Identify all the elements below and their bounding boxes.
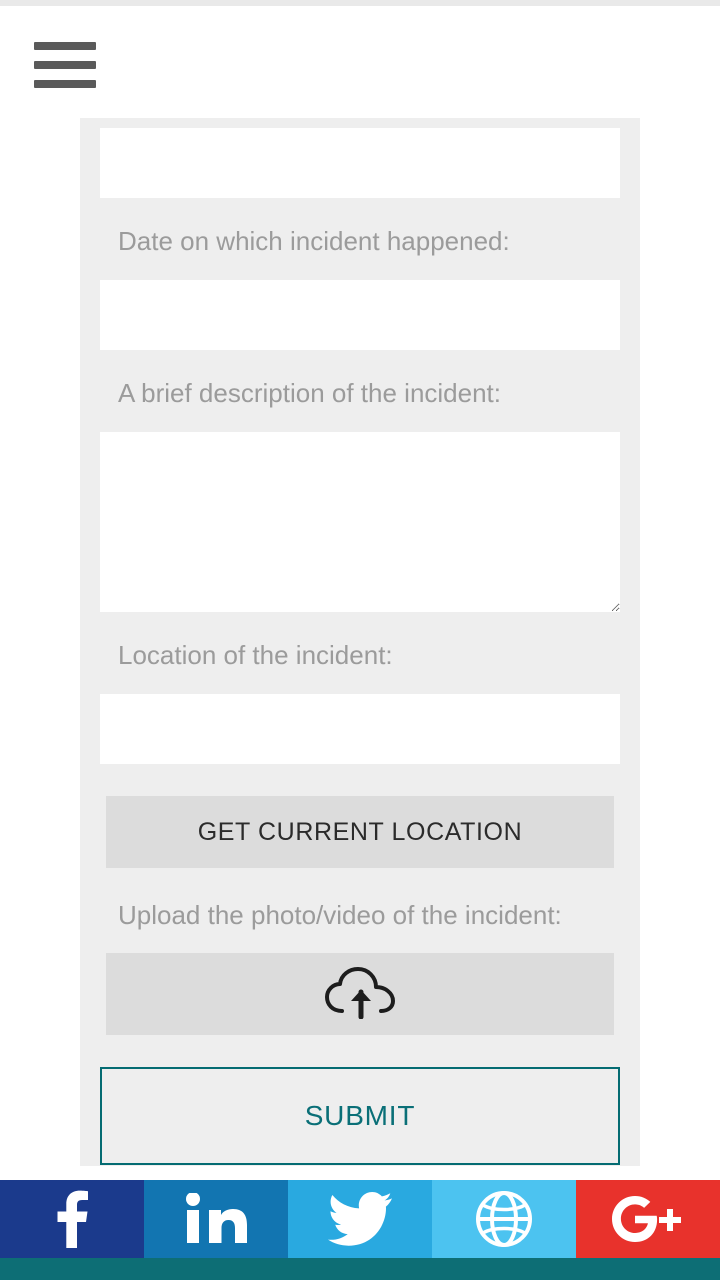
social-link-twitter[interactable] (288, 1180, 432, 1258)
incident-report-form: Date on which incident happened: A brief… (80, 118, 640, 1166)
social-link-website[interactable] (432, 1180, 576, 1258)
facebook-icon (54, 1190, 90, 1248)
social-links-bar (0, 1180, 720, 1258)
incident-location-input[interactable] (100, 694, 620, 764)
twitter-icon (328, 1192, 392, 1246)
google-plus-icon (611, 1195, 685, 1243)
upload-media-button[interactable] (106, 953, 614, 1035)
hamburger-bar (34, 80, 96, 88)
location-field-label: Location of the incident: (118, 640, 393, 670)
bottom-accent-bar (0, 1258, 720, 1280)
hamburger-menu-icon[interactable] (34, 42, 96, 88)
incident-title-input[interactable] (100, 128, 620, 198)
hamburger-bar (34, 42, 96, 50)
incident-description-textarea[interactable] (100, 432, 620, 612)
globe-icon (475, 1190, 533, 1248)
social-link-googleplus[interactable] (576, 1180, 720, 1258)
hamburger-bar (34, 61, 96, 69)
description-field-label: A brief description of the incident: (118, 378, 502, 408)
linkedin-icon (185, 1193, 247, 1245)
social-link-linkedin[interactable] (144, 1180, 288, 1258)
app-screen: Date on which incident happened: A brief… (0, 0, 720, 1280)
app-header (0, 6, 720, 118)
get-current-location-button[interactable]: GET CURRENT LOCATION (106, 796, 614, 868)
social-link-facebook[interactable] (0, 1180, 144, 1258)
upload-field-label: Upload the photo/video of the incident: (118, 900, 562, 930)
incident-date-input[interactable] (100, 280, 620, 350)
date-field-label: Date on which incident happened: (118, 226, 510, 256)
submit-button[interactable]: SUBMIT (100, 1067, 620, 1165)
cloud-upload-icon (325, 966, 395, 1022)
